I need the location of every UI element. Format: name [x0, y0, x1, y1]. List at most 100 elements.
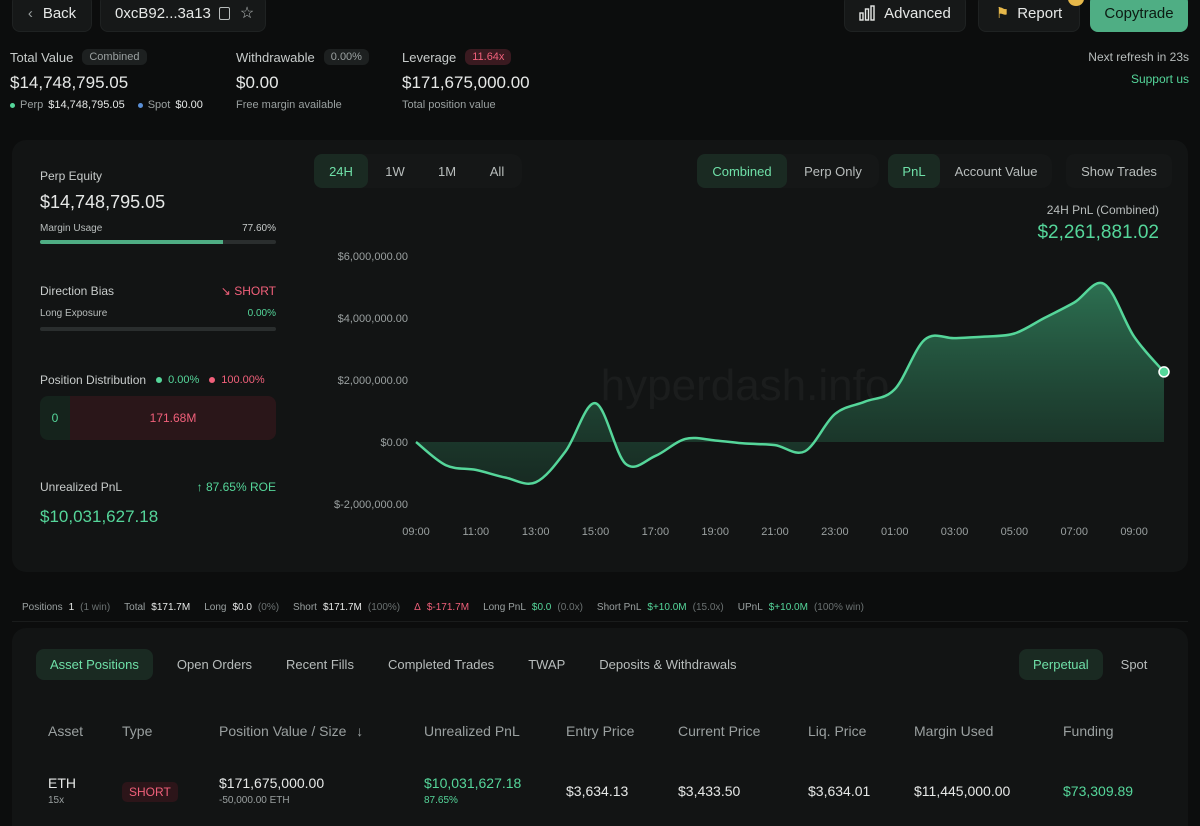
dist-long-value: 0	[51, 411, 59, 425]
tab-spot[interactable]: Spot	[1107, 649, 1162, 680]
tab-deposits-withdrawals[interactable]: Deposits & Withdrawals	[585, 649, 750, 680]
market-tabs: Perpetual Spot	[1019, 649, 1161, 680]
spot-value: $0.00	[175, 99, 203, 111]
short-pnl-value: $+10.0M	[647, 602, 687, 613]
tab-open-orders[interactable]: Open Orders	[163, 649, 266, 680]
row-position-value: $171,675,000.00	[219, 775, 325, 791]
row-position-size: -50,000.00 ETH	[219, 795, 290, 806]
short-value: $171.7M	[322, 602, 362, 613]
copytrade-button[interactable]: Copytrade	[1090, 0, 1188, 32]
range-1w[interactable]: 1W	[368, 154, 422, 188]
col-current-price: Current Price	[678, 723, 761, 739]
perp-equity-value: $14,748,795.05	[40, 192, 166, 212]
col-unrealized-pnl: Unrealized PnL	[424, 723, 520, 739]
y-tick-label: $-2,000,000.00	[334, 499, 408, 511]
long-pnl-sub: (0.0x)	[557, 602, 583, 613]
pnl-chart[interactable]: hyperdash.info $6,000,000.00 $4,000,000.0…	[310, 240, 1180, 550]
direction-bias-value: SHORT	[234, 284, 276, 298]
x-tick-label: 13:00	[522, 526, 550, 538]
report-label: Report	[1017, 4, 1063, 22]
sort-down-icon: ↓	[356, 723, 364, 739]
support-link[interactable]: Support us	[1131, 72, 1189, 86]
delta-label: Δ	[414, 602, 421, 613]
col-position-value[interactable]: Position Value / Size ↓	[219, 723, 363, 739]
report-button[interactable]: ⚑ Report	[978, 0, 1080, 32]
advanced-label: Advanced	[884, 4, 951, 22]
upnl-label: UPnL	[737, 602, 763, 613]
tab-asset-positions[interactable]: Asset Positions	[36, 649, 153, 680]
roe: ↑ 87.65% ROE	[180, 480, 276, 494]
direction-bias-label: Direction Bias	[40, 284, 115, 298]
chart-watermark: hyperdash.info	[601, 361, 890, 410]
dist-short-segment: 171.68M	[70, 396, 276, 440]
long-pnl-value: $0.0	[531, 602, 552, 613]
mode-perp-only[interactable]: Perp Only	[787, 154, 879, 188]
range-all[interactable]: All	[472, 154, 522, 188]
upnl-value: $+10.0M	[768, 602, 808, 613]
tab-completed-trades[interactable]: Completed Trades	[374, 649, 508, 680]
long-exposure-value: 0.00%	[247, 308, 276, 319]
long-label: Long	[204, 602, 227, 613]
dist-long-pct: 0.00%	[168, 374, 200, 386]
stats-bar: Positions 1 (1 win) Total $171.7M Long $…	[12, 594, 1188, 622]
row-upnl-pct: 87.65%	[424, 795, 458, 806]
show-trades-button[interactable]: Show Trades	[1066, 154, 1172, 188]
positions-tabs: Asset Positions Open Orders Recent Fills…	[36, 649, 751, 680]
perp-equity-label: Perp Equity	[40, 169, 103, 183]
row-funding: $73,309.89	[1063, 783, 1134, 799]
back-button[interactable]: ‹ Back	[12, 0, 92, 32]
spot-label: Spot	[147, 99, 171, 111]
withdrawable-badge: 0.00%	[323, 49, 369, 65]
flag-icon: ⚑	[995, 5, 1010, 22]
metric-account-value[interactable]: Account Value	[940, 154, 1052, 188]
col-funding: Funding	[1063, 723, 1114, 739]
row-asset: ETH	[48, 775, 76, 791]
x-tick-label: 05:00	[1001, 526, 1029, 538]
star-icon[interactable]: ☆	[240, 3, 254, 23]
y-tick-label: $6,000,000.00	[338, 251, 408, 263]
mode-combined[interactable]: Combined	[697, 154, 787, 188]
copytrade-label: Copytrade	[1104, 4, 1174, 22]
x-tick-label: 15:00	[582, 526, 610, 538]
dist-short-pct: 100.00%	[221, 374, 265, 386]
withdrawable-sub: Free margin available	[236, 99, 342, 111]
x-tick-label: 11:00	[462, 526, 489, 538]
range-24h[interactable]: 24H	[314, 154, 368, 188]
total-label: Total	[124, 602, 146, 613]
metric-pnl[interactable]: PnL	[888, 154, 940, 188]
x-tick-label: 01:00	[881, 526, 909, 538]
total-value-block: Total Value Combined $14,748,795.05 Perp…	[10, 49, 203, 111]
x-tick-label: 21:00	[761, 526, 789, 538]
direction-bias: ↘ SHORT	[212, 284, 276, 298]
long-exposure-bar	[40, 327, 276, 331]
total-value-label: Total Value	[10, 49, 74, 65]
short-dot-icon	[209, 377, 216, 383]
range-selector: 24H 1W 1M All	[314, 154, 522, 188]
margin-usage-bar	[40, 240, 276, 244]
x-tick-label: 09:00	[402, 526, 430, 538]
withdrawable-label: Withdrawable	[236, 49, 315, 65]
tab-recent-fills[interactable]: Recent Fills	[272, 649, 368, 680]
tab-perpetual[interactable]: Perpetual	[1019, 649, 1103, 680]
tab-twap[interactable]: TWAP	[514, 649, 579, 680]
leverage-badge: 11.64x	[465, 49, 512, 65]
advanced-button[interactable]: Advanced	[844, 0, 966, 32]
wallet-address: 0xcB92...3a13	[115, 4, 211, 22]
long-value: $0.0	[232, 602, 252, 613]
total-value: $171.7M	[151, 602, 191, 613]
row-liq-price: $3,634.01	[808, 783, 871, 799]
back-label: Back	[42, 4, 77, 22]
col-asset: Asset	[48, 723, 84, 739]
row-type-badge: SHORT	[122, 782, 178, 802]
row-current-price: $3,433.50	[678, 783, 741, 799]
chevron-left-icon: ‹	[27, 4, 33, 22]
leverage-value: $171,675,000.00	[402, 73, 530, 92]
range-1m[interactable]: 1M	[422, 154, 472, 188]
col-position-value-label: Position Value / Size	[219, 723, 347, 739]
trend-down-icon: ↘	[220, 284, 231, 298]
row-entry-price: $3,634.13	[566, 783, 629, 799]
long-sub: (0%)	[257, 602, 280, 613]
copy-icon[interactable]	[218, 6, 230, 20]
withdrawable-block: Withdrawable 0.00% $0.00 Free margin ava…	[236, 49, 369, 111]
short-label: Short	[293, 602, 317, 613]
